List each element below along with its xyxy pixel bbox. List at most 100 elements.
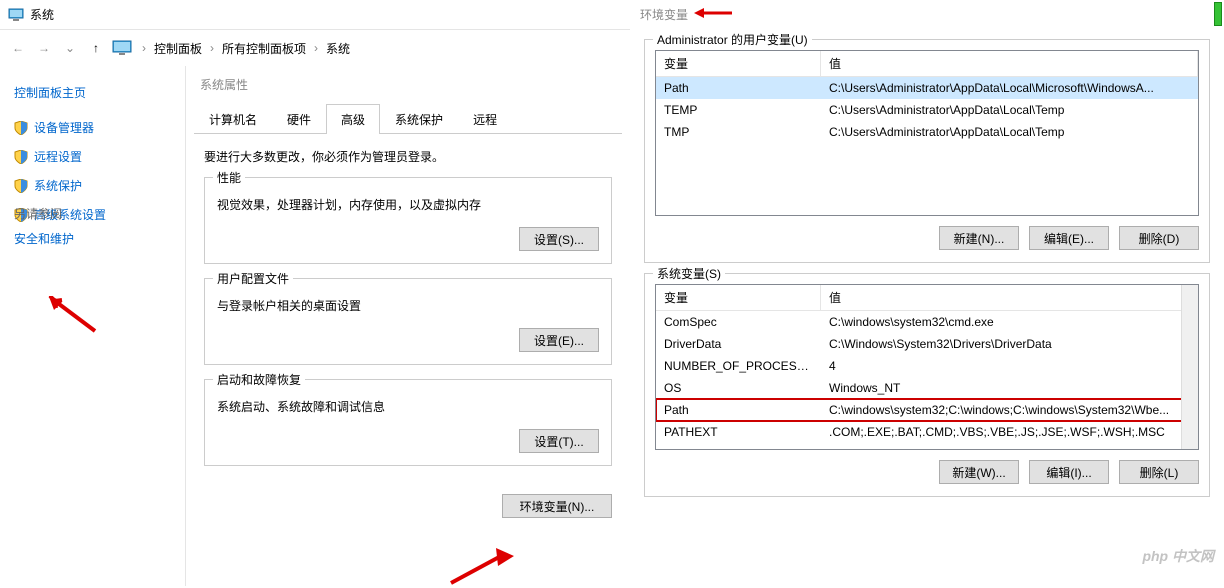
cell-var: TEMP bbox=[656, 99, 821, 121]
sys-new-button[interactable]: 新建(W)... bbox=[939, 460, 1019, 484]
shield-icon bbox=[14, 121, 28, 135]
sidebar-item-label: 设备管理器 bbox=[34, 119, 94, 136]
user-delete-button[interactable]: 删除(D) bbox=[1119, 226, 1199, 250]
environment-variables-dialog: 环境变量 Administrator 的用户变量(U) 变量 值 PathC:\… bbox=[630, 0, 1224, 586]
tab-remote[interactable]: 远程 bbox=[458, 104, 512, 134]
back-arrow-icon[interactable]: ← bbox=[8, 38, 28, 58]
column-value[interactable]: 值 bbox=[821, 285, 1198, 310]
table-header: 变量 值 bbox=[656, 51, 1198, 77]
location-icon[interactable] bbox=[112, 40, 134, 56]
user-edit-button[interactable]: 编辑(E)... bbox=[1029, 226, 1109, 250]
fieldset-legend: Administrator 的用户变量(U) bbox=[653, 31, 812, 48]
table-header: 变量 值 bbox=[656, 285, 1198, 311]
group-legend: 启动和故障恢复 bbox=[213, 371, 305, 388]
performance-group: 性能 视觉效果，处理器计划，内存使用，以及虚拟内存 设置(S)... bbox=[204, 177, 612, 264]
column-variable[interactable]: 变量 bbox=[656, 285, 821, 310]
sidebar-item-system-protection[interactable]: 系统保护 bbox=[14, 177, 171, 194]
cell-val: C:\Users\Administrator\AppData\Local\Tem… bbox=[821, 99, 1198, 121]
sidebar-item-device-manager[interactable]: 设备管理器 bbox=[14, 119, 171, 136]
group-legend: 性能 bbox=[213, 169, 245, 186]
scrollbar[interactable] bbox=[1181, 285, 1198, 449]
cell-val: C:\Windows\System32\Drivers\DriverData bbox=[821, 333, 1198, 355]
annotation-arrow-icon bbox=[40, 296, 100, 336]
tab-computer-name[interactable]: 计算机名 bbox=[194, 104, 272, 134]
tabs: 计算机名 硬件 高级 系统保护 远程 bbox=[194, 103, 622, 134]
environment-variables-button[interactable]: 环境变量(N)... bbox=[502, 494, 612, 518]
group-desc: 与登录帐户相关的桌面设置 bbox=[217, 297, 599, 314]
table-row[interactable]: TMPC:\Users\Administrator\AppData\Local\… bbox=[656, 121, 1198, 143]
cell-val: C:\windows\system32\cmd.exe bbox=[821, 311, 1198, 333]
cell-var: PATHEXT bbox=[656, 421, 821, 443]
cell-val: AMD64 bbox=[821, 443, 1198, 450]
system-icon bbox=[8, 7, 24, 23]
cell-var: OS bbox=[656, 377, 821, 399]
table-row[interactable]: DriverDataC:\Windows\System32\Drivers\Dr… bbox=[656, 333, 1198, 355]
fieldset-legend: 系统变量(S) bbox=[653, 265, 725, 282]
column-variable[interactable]: 变量 bbox=[656, 51, 821, 76]
annotation-arrow-icon bbox=[446, 548, 516, 588]
sidebar-title[interactable]: 控制面板主页 bbox=[14, 84, 171, 101]
sidebar-bottom: 另请参阅 安全和维护 bbox=[14, 197, 74, 247]
group-desc: 系统启动、系统故障和调试信息 bbox=[217, 398, 599, 415]
startup-settings-button[interactable]: 设置(T)... bbox=[519, 429, 599, 453]
cell-val: .COM;.EXE;.BAT;.CMD;.VBS;.VBE;.JS;.JSE;.… bbox=[821, 421, 1198, 443]
security-maintenance-link[interactable]: 安全和维护 bbox=[14, 230, 74, 247]
window-edge-indicator bbox=[1214, 2, 1222, 26]
breadcrumb-item[interactable]: 控制面板 bbox=[154, 40, 202, 57]
cell-var: Path bbox=[656, 77, 821, 99]
tab-hardware[interactable]: 硬件 bbox=[272, 104, 326, 134]
recent-dropdown-icon[interactable]: ⌄ bbox=[60, 38, 80, 58]
breadcrumb-item[interactable]: 所有控制面板项 bbox=[222, 40, 306, 57]
dialog-title: 系统属性 bbox=[186, 66, 630, 103]
tab-advanced[interactable]: 高级 bbox=[326, 104, 380, 134]
admin-note: 要进行大多数更改，你必须作为管理员登录。 bbox=[204, 148, 612, 165]
watermark: php 中文网 bbox=[1142, 546, 1214, 566]
chevron-right-icon[interactable]: › bbox=[210, 41, 214, 55]
sidebar-item-remote-settings[interactable]: 远程设置 bbox=[14, 148, 171, 165]
cell-var: PROCESSOR_ARCHITECT... bbox=[656, 443, 821, 450]
user-new-button[interactable]: 新建(N)... bbox=[939, 226, 1019, 250]
up-arrow-icon[interactable]: ↑ bbox=[86, 38, 106, 58]
table-row[interactable]: PATHEXT.COM;.EXE;.BAT;.CMD;.VBS;.VBE;.JS… bbox=[656, 421, 1198, 443]
sidebar-item-label: 系统保护 bbox=[34, 177, 82, 194]
dialog-title: 环境变量 bbox=[640, 6, 688, 23]
startup-group: 启动和故障恢复 系统启动、系统故障和调试信息 设置(T)... bbox=[204, 379, 612, 466]
table-row[interactable]: PathC:\windows\system32;C:\windows;C:\wi… bbox=[656, 399, 1198, 421]
group-legend: 用户配置文件 bbox=[213, 270, 293, 287]
performance-settings-button[interactable]: 设置(S)... bbox=[519, 227, 599, 251]
userprofile-settings-button[interactable]: 设置(E)... bbox=[519, 328, 599, 352]
cell-val: Windows_NT bbox=[821, 377, 1198, 399]
sys-edit-button[interactable]: 编辑(I)... bbox=[1029, 460, 1109, 484]
tab-content: 要进行大多数更改，你必须作为管理员登录。 性能 视觉效果，处理器计划，内存使用，… bbox=[186, 134, 630, 494]
cell-var: NUMBER_OF_PROCESSORS bbox=[656, 355, 821, 377]
breadcrumb-item[interactable]: 系统 bbox=[326, 40, 350, 57]
table-row[interactable]: OSWindows_NT bbox=[656, 377, 1198, 399]
userprofile-group: 用户配置文件 与登录帐户相关的桌面设置 设置(E)... bbox=[204, 278, 612, 365]
annotation-arrow-icon bbox=[694, 6, 734, 23]
cell-var: TMP bbox=[656, 121, 821, 143]
cell-var: Path bbox=[656, 399, 821, 421]
system-variables-table[interactable]: 变量 值 ComSpecC:\windows\system32\cmd.exeD… bbox=[655, 284, 1199, 450]
user-variables-fieldset: Administrator 的用户变量(U) 变量 值 PathC:\Users… bbox=[644, 39, 1210, 263]
column-value[interactable]: 值 bbox=[821, 51, 1198, 76]
table-row[interactable]: ComSpecC:\windows\system32\cmd.exe bbox=[656, 311, 1198, 333]
sys-delete-button[interactable]: 删除(L) bbox=[1119, 460, 1199, 484]
chevron-right-icon[interactable]: › bbox=[314, 41, 318, 55]
tab-system-protection[interactable]: 系统保护 bbox=[380, 104, 458, 134]
cell-val: 4 bbox=[821, 355, 1198, 377]
system-properties-dialog: 系统属性 计算机名 硬件 高级 系统保护 远程 要进行大多数更改，你必须作为管理… bbox=[185, 66, 630, 586]
shield-icon bbox=[14, 150, 28, 164]
forward-arrow-icon: → bbox=[34, 38, 54, 58]
see-also-label: 另请参阅 bbox=[14, 205, 74, 222]
table-row[interactable]: PROCESSOR_ARCHITECT...AMD64 bbox=[656, 443, 1198, 450]
shield-icon bbox=[14, 179, 28, 193]
user-variables-table[interactable]: 变量 值 PathC:\Users\Administrator\AppData\… bbox=[655, 50, 1199, 216]
table-row[interactable]: TEMPC:\Users\Administrator\AppData\Local… bbox=[656, 99, 1198, 121]
table-row[interactable]: PathC:\Users\Administrator\AppData\Local… bbox=[656, 77, 1198, 99]
cell-val: C:\Users\Administrator\AppData\Local\Mic… bbox=[821, 77, 1198, 99]
table-row[interactable]: NUMBER_OF_PROCESSORS4 bbox=[656, 355, 1198, 377]
cell-val: C:\windows\system32;C:\windows;C:\window… bbox=[821, 399, 1198, 421]
group-desc: 视觉效果，处理器计划，内存使用，以及虚拟内存 bbox=[217, 196, 599, 213]
chevron-right-icon[interactable]: › bbox=[142, 41, 146, 55]
system-variables-fieldset: 系统变量(S) 变量 值 ComSpecC:\windows\system32\… bbox=[644, 273, 1210, 497]
